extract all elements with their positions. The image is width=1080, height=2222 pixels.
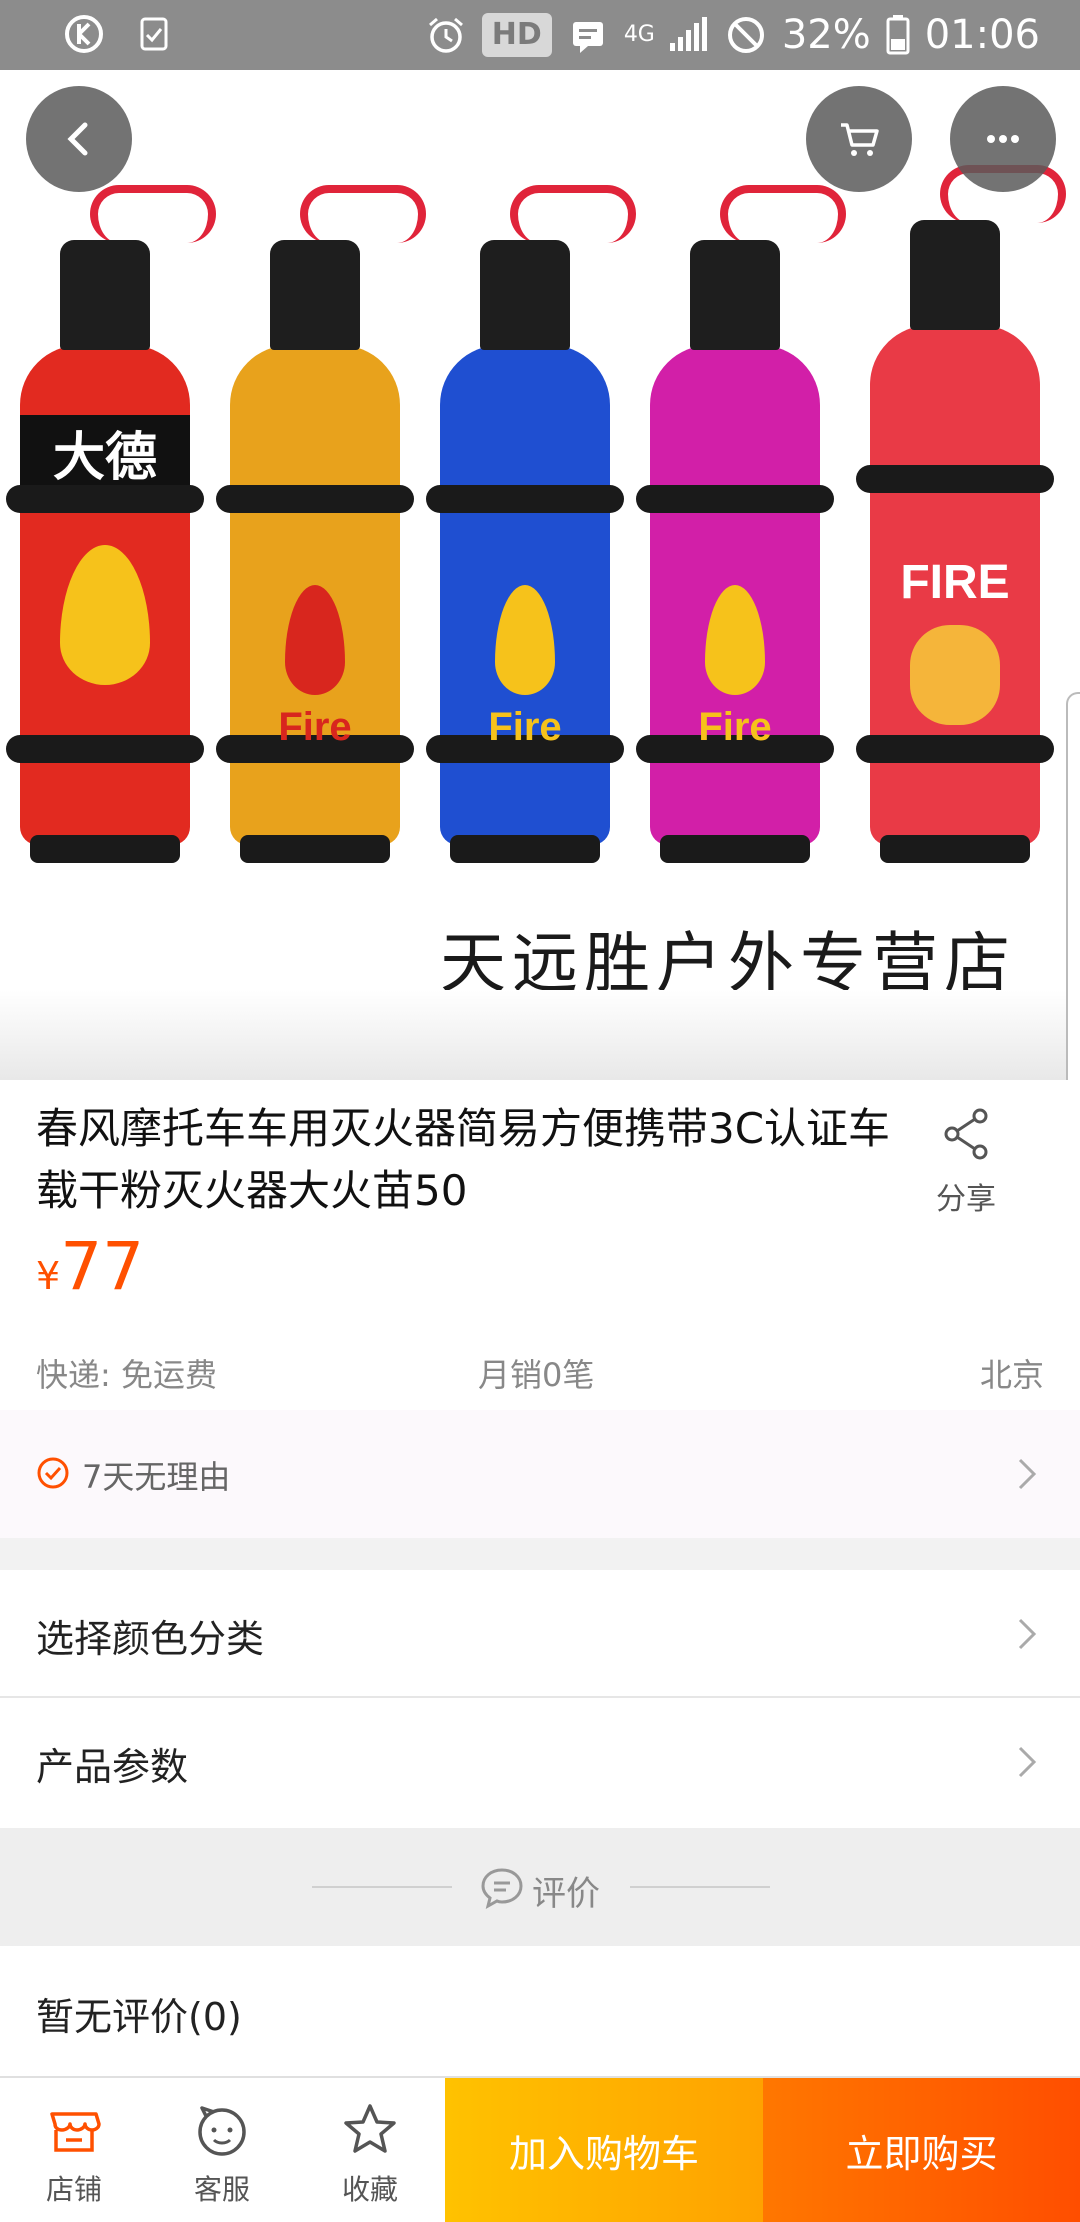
network-type: 4G [623, 22, 655, 47]
chevron-right-icon [1018, 1746, 1037, 1778]
clipboard-icon [140, 17, 168, 51]
divider [312, 1886, 452, 1888]
store-icon [50, 2112, 101, 2152]
alarm-icon [428, 17, 463, 53]
favorite-button[interactable]: 收藏 [296, 2078, 444, 2222]
extinguisher-blue: Fire [426, 185, 636, 863]
currency-symbol: ¥ [36, 1254, 61, 1298]
share-icon [944, 1108, 988, 1160]
divider [630, 1886, 770, 1888]
extinguisher-red: 大德 [6, 185, 216, 863]
product-title: 春风摩托车车用灭火器简易方便携带3C认证车载干粉灭火器大火苗50 [36, 1104, 891, 1215]
color-select-row[interactable]: 选择颜色分类 [0, 1570, 1080, 1696]
section-gap [0, 1538, 1080, 1570]
comment-bubble-icon [481, 1868, 523, 1909]
chevron-right-icon [1018, 1458, 1037, 1490]
extinguisher-pink: Fire [636, 185, 846, 863]
side-drawer-tab[interactable] [1066, 692, 1080, 1080]
cart-button[interactable] [806, 86, 912, 192]
check-circle-icon [37, 1457, 69, 1489]
k-app-icon [65, 15, 103, 53]
favorite-label: 收藏 [341, 2173, 398, 2206]
product-price: ¥77 [36, 1228, 144, 1305]
clock: 01:06 [924, 12, 1040, 58]
dnd-icon [727, 17, 764, 53]
back-arrow-icon [67, 122, 88, 156]
star-icon [344, 2104, 396, 2153]
chevron-right-icon [1018, 1618, 1037, 1650]
customer-service-label: 客服 [193, 2173, 250, 2206]
cart-icon [841, 123, 879, 156]
share-label: 分享 [936, 1182, 996, 1217]
reviews-header: 评价 [0, 1828, 1080, 1946]
store-button[interactable]: 店铺 [0, 2078, 148, 2222]
price-value: 77 [60, 1228, 145, 1305]
extinguisher-coral: FIRE [856, 165, 1066, 863]
product-params-label: 产品参数 [36, 1745, 189, 1789]
color-select-label: 选择颜色分类 [36, 1617, 265, 1661]
message-icon [572, 22, 603, 53]
customer-service-icon [198, 2106, 246, 2156]
more-icon [987, 135, 1019, 143]
signal-icon [669, 17, 707, 51]
back-button[interactable] [26, 86, 132, 192]
more-button[interactable] [950, 86, 1056, 192]
shipping-fee: 快递: 免运费 [36, 1356, 217, 1394]
extinguisher-gold: Fire [216, 185, 426, 863]
bottom-action-bar: 店铺 客服 收藏 加入购物车 立即购买 [0, 2076, 1080, 2222]
buy-now-button[interactable]: 立即购买 [763, 2078, 1080, 2222]
share-button[interactable]: 分享 [906, 1104, 1026, 1218]
no-reviews-text: 暂无评价(0) [36, 1995, 242, 2039]
status-bar: HD 4G 32% 01:06 [0, 0, 1080, 70]
gallery-fade [0, 990, 1080, 1080]
product-info: 春风摩托车车用灭火器简易方便携带3C认证车载干粉灭火器大火苗50 分享 ¥77 … [0, 1080, 1080, 1410]
customer-service-button[interactable]: 客服 [148, 2078, 296, 2222]
monthly-sales: 月销0笔 [478, 1356, 595, 1394]
ship-from-location: 北京 [979, 1356, 1044, 1394]
product-params-row[interactable]: 产品参数 [0, 1698, 1080, 1824]
no-reviews-row: 暂无评价(0) [0, 1946, 1080, 2076]
add-to-cart-button[interactable]: 加入购物车 [445, 2078, 763, 2222]
store-label: 店铺 [45, 2173, 102, 2206]
battery-percent: 32% [781, 12, 871, 58]
guarantee-row[interactable]: 7天无理由 [0, 1410, 1080, 1538]
reviews-title: 评价 [532, 1874, 600, 1914]
guarantee-label: 7天无理由 [82, 1458, 231, 1496]
hd-badge: HD [481, 13, 552, 57]
battery-icon [886, 15, 910, 55]
product-gallery[interactable]: 大德 Fire Fire Fire FIRE 天远胜户外专营店 [0, 70, 1080, 1080]
